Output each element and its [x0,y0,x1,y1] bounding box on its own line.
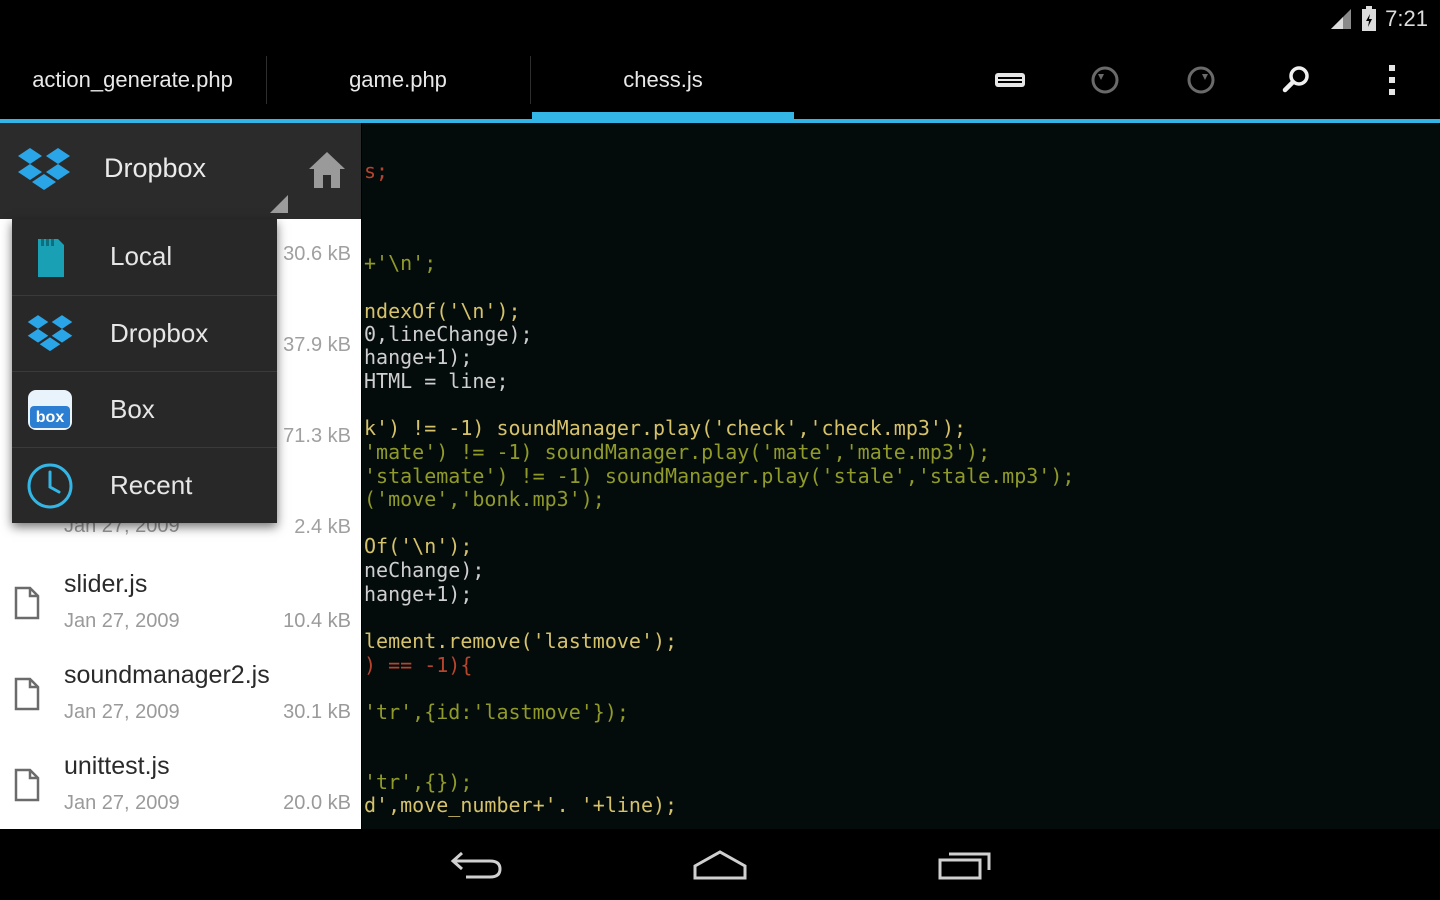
code-line: lement.remove('lastmove'); [364,629,677,653]
code-line: s; [364,159,388,183]
signal-icon [1331,9,1352,29]
code-line: k') != -1) soundManager.play('check','ch… [364,416,966,440]
dropbox-icon [18,148,70,190]
code-line: HTML = line; [364,369,509,393]
file-size: 30.1 kB [283,701,351,723]
code-text: d',move_number+'. '+line); [364,793,678,817]
file-size: 37.9 kB [283,334,351,356]
tab-game[interactable]: game.php [267,40,529,120]
code-text: ndexOf('\n'); [364,299,521,323]
dropdown-item-dropbox[interactable]: Dropbox [12,295,277,372]
tab-chess[interactable]: chess.js [532,40,794,120]
dropdown-item-local[interactable]: Local [12,219,277,295]
home-icon[interactable] [306,149,348,191]
code-line: 0,lineChange); [364,322,533,346]
code-text: +'\n'; [364,251,437,275]
file-date: Jan 27, 2009 [64,792,180,814]
code-text: 'tr',{id:'lastmove'}); [364,700,629,724]
dropdown-item-label: Local [110,241,173,271]
code-text: Of('\n'); [364,534,473,558]
spinner-indicator [270,195,288,213]
undo-icon[interactable] [1083,58,1127,102]
code-text: ('move','bonk.mp3'); [364,487,605,511]
tab-divider [530,56,531,104]
file-icon [14,768,40,802]
file-name: unittest.js [64,752,170,780]
dropdown-item-label: Box [110,394,155,424]
recent-apps-icon[interactable] [930,843,1000,887]
code-line: +'\n'; [364,251,436,275]
dropdown-item-label: Recent [110,470,193,500]
dropdown-item-box[interactable]: box Box [12,371,277,448]
file-row-slider[interactable]: slider.js Jan 27, 2009 10.4 kB [0,560,361,650]
code-text: lement.remove('lastmove'); [364,629,678,653]
code-line: hange+1); [364,582,472,606]
code-editor[interactable]: s; +'\n'; ndexOf('\n'); 0,lineChange); h… [362,123,1440,829]
code-line: hange+1); [364,345,472,369]
code-line: ndexOf('\n'); [364,299,521,323]
code-text: s; [364,159,389,183]
code-line: neChange); [364,558,484,582]
file-name: slider.js [64,570,148,598]
svg-text:box: box [36,409,65,426]
navigation-bar [0,829,1440,900]
code-line: ) == -1){ [364,653,472,677]
code-line: 'mate') != -1) soundManager.play('mate',… [364,440,990,464]
clock-icon [27,463,73,509]
status-bar: 7:21 [0,0,1440,40]
file-size: 2.4 kB [294,516,351,538]
code-text: 0,lineChange); [364,322,533,346]
file-icon [14,586,40,620]
tab-label: action_generate.php [32,67,233,92]
file-date: Jan 27, 2009 [64,701,180,723]
file-size: 71.3 kB [283,425,351,447]
code-text: 'mate') != -1) soundManager.play('mate',… [364,440,991,464]
tab-label: game.php [349,67,447,92]
code-line: ('move','bonk.mp3'); [364,487,605,511]
action-bar: action_generate.php game.php chess.js [0,40,1440,120]
file-size: 20.0 kB [283,792,351,814]
code-line: 'tr',{}); [364,770,472,794]
file-date: Jan 27, 2009 [64,610,180,632]
overflow-menu-icon[interactable] [1370,58,1414,102]
code-text: ) == -1){ [364,653,473,677]
search-icon[interactable] [1274,58,1318,102]
file-size: 10.4 kB [283,610,351,632]
clock: 7:21 [1385,6,1428,31]
code-line: d',move_number+'. '+line); [364,793,677,817]
status-icons: 7:21 [1329,6,1428,32]
keyboard-icon[interactable] [988,58,1032,102]
file-row-unittest[interactable]: unittest.js Jan 27, 2009 20.0 kB [0,742,361,829]
storage-dropdown: Local Dropbox box Box Recent [12,219,277,523]
active-tab-indicator [532,112,794,120]
storage-title: Dropbox [104,153,207,183]
file-size: 30.6 kB [283,243,351,265]
file-row-soundmanager2[interactable]: soundmanager2.js Jan 27, 2009 30.1 kB [0,651,361,741]
dropdown-item-recent[interactable]: Recent [12,447,277,524]
code-text: hange+1); [364,582,473,606]
code-line: Of('\n'); [364,534,472,558]
battery-icon [1362,6,1377,31]
code-text: k') != -1) soundManager.play('check','ch… [364,416,967,440]
sd-card-icon [38,239,64,277]
dropdown-item-label: Dropbox [110,318,209,348]
tab-label: chess.js [623,67,703,92]
code-line: 'stalemate') != -1) soundManager.play('s… [364,464,1074,488]
box-icon: box [28,390,72,430]
code-text: neChange); [364,558,485,582]
code-line: 'tr',{id:'lastmove'}); [364,700,629,724]
tab-action-generate[interactable]: action_generate.php [0,40,265,120]
redo-icon[interactable] [1179,58,1223,102]
home-icon[interactable] [685,843,755,887]
dropbox-icon [27,315,73,352]
code-text: HTML = line; [364,369,509,393]
code-text: 'stalemate') != -1) soundManager.play('s… [364,464,1075,488]
file-name: soundmanager2.js [64,661,270,689]
storage-spinner[interactable]: Dropbox [0,123,361,219]
file-icon [14,677,40,711]
code-text: 'tr',{}); [364,770,473,794]
back-icon[interactable] [442,843,512,887]
code-text: hange+1); [364,345,473,369]
